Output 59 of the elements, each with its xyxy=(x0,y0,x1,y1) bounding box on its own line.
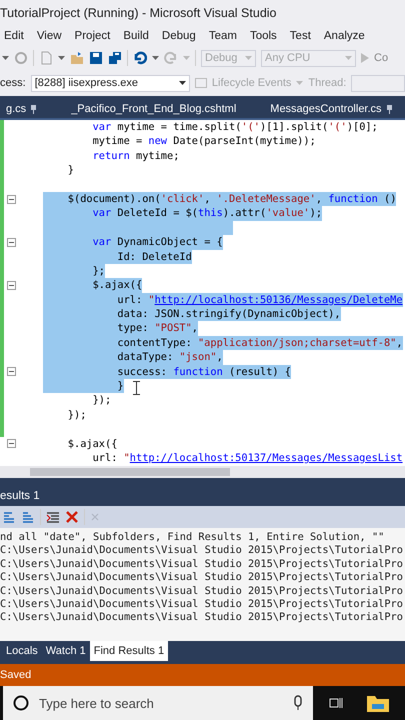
save-all-icon[interactable] xyxy=(108,51,122,65)
microphone-icon[interactable] xyxy=(293,695,303,711)
code-line: $.ajax({ xyxy=(66,436,118,451)
window-title: TutorialProject (Running) - Microsoft Visual Studio xyxy=(0,6,277,20)
code-line: return mytime; xyxy=(92,148,180,164)
clear-list-icon[interactable] xyxy=(46,510,60,524)
code-line: url: "http://localhost:50137/Messages/MessagesList xyxy=(92,450,403,466)
result-line[interactable]: C:\Users\Junaid\Documents\Visual Studio 2015\Projects\TutorialPro xyxy=(0,544,405,558)
pin-icon[interactable] xyxy=(30,104,38,114)
next-result-icon[interactable] xyxy=(21,510,35,524)
result-line[interactable]: nd all "date", Subfolders, Find Results 1, Entire Solution, "" xyxy=(0,531,405,544)
code-line: }); xyxy=(66,408,86,422)
menu-item[interactable]: Project xyxy=(68,30,117,42)
document-tab[interactable]: _Pacifico_Front_End_Blog.cshtml xyxy=(43,100,264,118)
thread-label: Thread: xyxy=(308,77,346,89)
close-icon[interactable] xyxy=(65,510,79,524)
menu-item[interactable]: Debug xyxy=(155,30,202,42)
document-tab[interactable]: MessagesController.cs xyxy=(264,100,399,118)
menu-item[interactable]: Tools xyxy=(243,30,284,42)
panel-tab[interactable]: Locals xyxy=(2,641,42,661)
result-line[interactable]: C:\Users\Junaid\Documents\Visual Studio 2015\Projects\TutorialPro xyxy=(0,584,405,598)
document-tab[interactable]: g.cs xyxy=(0,100,44,118)
collapse-icon[interactable] xyxy=(7,280,16,290)
code-line: mytime = new Date(parseInt(mytime)); xyxy=(92,134,316,149)
lifecycle-icon xyxy=(194,78,207,88)
code-line: }); xyxy=(92,393,112,408)
result-line[interactable]: C:\Users\Junaid\Documents\Visual Studio 2015\Projects\TutorialPro xyxy=(0,598,405,612)
code-line: } xyxy=(66,163,74,178)
menu-item[interactable]: View xyxy=(30,30,68,42)
text-cursor-icon xyxy=(133,381,140,396)
collapse-icon[interactable] xyxy=(7,367,16,376)
result-line[interactable]: C:\Users\Junaid\Documents\Visual Studio 2015\Projects\TutorialPro xyxy=(0,558,405,572)
horizontal-scrollbar[interactable] xyxy=(0,466,405,478)
caret-icon[interactable] xyxy=(178,81,186,85)
result-line[interactable]: C:\Users\Junaid\Documents\Visual Studio 2015\Projects\TutorialPro xyxy=(0,571,405,585)
collapse-icon[interactable] xyxy=(7,238,16,247)
panel-tab[interactable]: Find Results 1 xyxy=(90,641,168,661)
undo-icon[interactable] xyxy=(133,51,147,65)
menu-item[interactable]: Team xyxy=(202,30,244,42)
collapse-icon[interactable] xyxy=(7,439,16,448)
pin-icon[interactable] xyxy=(386,104,393,114)
circle-icon xyxy=(13,695,29,711)
code-line: var mytime = time.split('(')[1].split('(')[0]; xyxy=(92,120,378,134)
search-box[interactable]: Type here to search xyxy=(3,686,313,720)
status-text: Saved xyxy=(0,669,32,681)
task-view-icon[interactable] xyxy=(329,696,343,710)
menu-item[interactable]: Test xyxy=(283,30,318,42)
panel-title: esults 1 xyxy=(0,490,40,502)
collapse-icon[interactable] xyxy=(7,194,16,204)
process-label: cess: xyxy=(0,77,26,89)
menu-item[interactable]: Build xyxy=(116,30,156,42)
menu-item[interactable]: Analyze xyxy=(317,30,372,42)
folder-icon[interactable] xyxy=(367,694,389,712)
previous-result-icon[interactable] xyxy=(2,510,16,524)
save-icon[interactable] xyxy=(89,51,103,65)
panel-tab[interactable]: Watch 1 xyxy=(42,641,90,661)
menu-item[interactable]: Edit xyxy=(0,30,30,42)
result-line[interactable]: C:\Users\Junaid\Documents\Visual Studio 2015\Projects\TutorialPro xyxy=(0,611,405,625)
process-dropdown[interactable]: [8288] iisexpress.exe xyxy=(30,74,190,92)
